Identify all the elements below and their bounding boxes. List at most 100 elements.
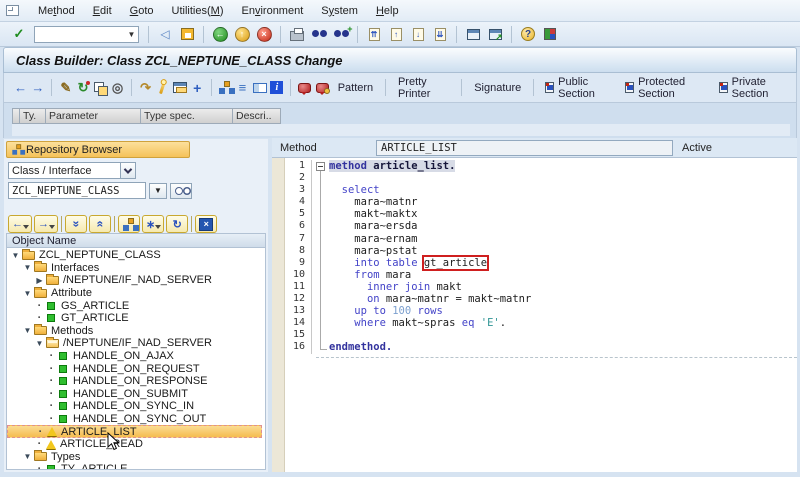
tree-item-handle-on-sync-out[interactable]: · HANDLE_ON_SYNC_OUT — [7, 413, 265, 426]
code-line-8[interactable]: 8 mara~pstat — [272, 244, 797, 257]
other-object-icon[interactable]: ↷ — [138, 78, 153, 97]
expander-open-icon[interactable]: ▼ — [22, 263, 33, 272]
help-icon[interactable]: ? — [518, 24, 538, 44]
first-page-icon[interactable]: ⇈ — [364, 24, 384, 44]
new-session-icon[interactable] — [463, 24, 483, 44]
exit-icon[interactable]: ↑ — [232, 24, 252, 44]
info-icon[interactable]: i — [269, 78, 284, 97]
table-view-icon[interactable] — [172, 78, 187, 97]
menu-help[interactable]: Help — [367, 2, 408, 20]
code-line-6[interactable]: 6 mara~ersda — [272, 220, 797, 233]
method-name-field[interactable]: ARTICLE_LIST — [376, 140, 673, 156]
tree-item-gt-article[interactable]: · GT_ARTICLE — [7, 312, 265, 325]
code-line-14[interactable]: 14 where makt~spras eq 'E'. — [272, 317, 797, 330]
signature-button[interactable]: Signature — [467, 80, 528, 96]
expander-open-icon[interactable]: ▼ — [22, 326, 33, 335]
code-line-13[interactable]: 13 up to 100 rows — [272, 305, 797, 318]
expander-open-icon[interactable]: ▼ — [34, 339, 45, 348]
command-field[interactable]: ▼ — [34, 25, 139, 43]
tree-item--neptune-if-nad-server[interactable]: ▶ /NEPTUNE/IF_NAD_SERVER — [7, 273, 265, 287]
code-line-10[interactable]: 10 from mara — [272, 268, 797, 281]
back-icon[interactable]: ← — [210, 24, 230, 44]
tree-item-interfaces[interactable]: ▼ Interfaces — [7, 261, 265, 275]
create-shortcut-icon[interactable] — [485, 24, 505, 44]
tree-item-handle-on-response[interactable]: · HANDLE_ON_RESPONSE — [7, 375, 265, 388]
code-line-11[interactable]: 11 inner join makt — [272, 280, 797, 294]
activate-icon[interactable]: ↻ — [75, 78, 90, 97]
code-line-12[interactable]: 12 on mara~matnr = makt~matnr — [272, 293, 797, 306]
expander-closed-icon[interactable]: ▶ — [34, 276, 45, 285]
fold-collapse-icon[interactable] — [316, 161, 325, 171]
find-next-icon[interactable] — [331, 24, 353, 44]
object-name-input[interactable]: ZCL_NEPTUNE_CLASS — [8, 182, 146, 199]
command-dropdown-icon[interactable]: ▼ — [125, 30, 138, 39]
print-icon[interactable] — [287, 24, 307, 44]
customize-layout-icon[interactable] — [540, 24, 560, 44]
copy-icon[interactable] — [93, 78, 109, 97]
code-line-16[interactable]: 16 endmethod. — [272, 341, 797, 354]
command-input[interactable] — [35, 27, 125, 41]
tree-item--neptune-if-nad-server[interactable]: ▼ /NEPTUNE/IF_NAD_SERVER — [7, 336, 265, 350]
expander-open-icon[interactable]: ▼ — [22, 289, 33, 298]
tree-item-handle-on-submit[interactable]: · HANDLE_ON_SUBMIT — [7, 388, 265, 401]
close-browser-button[interactable]: × — [195, 215, 218, 233]
expander-open-icon[interactable]: ▼ — [22, 452, 33, 461]
add-node-button[interactable] — [118, 215, 140, 233]
tree-item-article-read[interactable]: · ARTICLE_READ — [7, 438, 265, 451]
public-section-button[interactable]: Public Section — [539, 74, 619, 102]
code-line-2[interactable]: 2 — [272, 172, 797, 185]
where-used-icon[interactable]: ◎ — [110, 78, 125, 97]
code-line-7[interactable]: 7 mara~ernam — [272, 232, 797, 245]
tree-item-handle-on-request[interactable]: · HANDLE_ON_REQUEST — [7, 362, 265, 375]
sap-note-user-icon[interactable] — [314, 78, 330, 97]
expand-subtree-button[interactable]: » — [65, 215, 87, 233]
history-back-button[interactable]: ← — [8, 215, 32, 233]
refresh-button[interactable]: ↻ — [166, 215, 189, 233]
tree-item-ty-article[interactable]: · TY_ARTICLE — [7, 463, 265, 469]
tree-item-types[interactable]: ▼ Types — [7, 450, 265, 464]
expander-open-icon[interactable]: ▼ — [10, 251, 21, 260]
pretty-printer-button[interactable]: Pretty Printer — [391, 74, 456, 102]
repository-browser-button[interactable]: Repository Browser — [6, 141, 190, 158]
menu-goto[interactable]: Goto — [121, 2, 163, 20]
layout-icon[interactable] — [252, 78, 267, 97]
prev-page-icon[interactable]: ↑ — [386, 24, 406, 44]
tree-item-methods[interactable]: ▼ Methods — [7, 324, 265, 338]
sort-icon[interactable]: ≡ — [235, 78, 250, 97]
next-page-icon[interactable]: ↓ — [408, 24, 428, 44]
browser-type-dropdown-button[interactable] — [120, 163, 135, 178]
tree-item-zcl-neptune-class[interactable]: ▼ ZCL_NEPTUNE_CLASS — [7, 248, 265, 262]
enter-arrow-icon[interactable]: ◁ — [155, 24, 175, 44]
menu-system[interactable]: System — [312, 2, 367, 20]
save-icon[interactable] — [177, 24, 197, 44]
find-icon[interactable] — [309, 24, 329, 44]
tree-item-gs-article[interactable]: · GS_ARTICLE — [7, 299, 265, 312]
menu-environment[interactable]: Environment — [233, 2, 313, 20]
tree-item-handle-on-sync-in[interactable]: · HANDLE_ON_SYNC_IN — [7, 400, 265, 413]
code-line-3[interactable]: 3 select — [272, 184, 797, 197]
menu-method[interactable]: Method — [29, 2, 84, 20]
navigate-icon[interactable]: + — [190, 78, 205, 97]
cancel-icon[interactable]: × — [254, 24, 274, 44]
hierarchy-icon[interactable] — [218, 78, 233, 97]
tree-item-article-list[interactable]: · ARTICLE_LIST — [7, 425, 262, 438]
last-page-icon[interactable]: ⇊ — [430, 24, 450, 44]
display-options-button[interactable]: ∗ — [142, 215, 165, 233]
code-line-5[interactable]: 5 makt~maktx — [272, 208, 797, 221]
enter-check-icon[interactable]: ✓ — [9, 24, 29, 44]
tree-item-handle-on-ajax[interactable]: · HANDLE_ON_AJAX — [7, 350, 265, 363]
code-line-15[interactable]: 15 — [272, 329, 797, 342]
syntax-check-icon[interactable] — [155, 78, 170, 97]
code-line-1[interactable]: 1 method article_list. — [272, 160, 797, 173]
parameter-table-body[interactable] — [12, 124, 790, 136]
code-line-4[interactable]: 4 mara~matnr — [272, 196, 797, 209]
tree-item-attribute[interactable]: ▼ Attribute — [7, 286, 265, 300]
object-history-dropdown-button[interactable]: ▼ — [149, 182, 167, 199]
browser-type-select[interactable]: Class / Interface — [8, 162, 136, 179]
protected-section-button[interactable]: Protected Section — [619, 74, 713, 102]
abap-code-editor[interactable]: 1 method article_list. 2 3 select 4 mara~mat… — [272, 158, 797, 472]
collapse-subtree-button[interactable]: « — [89, 215, 111, 233]
private-section-button[interactable]: Private Section — [713, 74, 796, 102]
code-line-9[interactable]: 9 into table gt_article — [272, 254, 797, 271]
history-forward-button[interactable]: → — [34, 215, 58, 233]
